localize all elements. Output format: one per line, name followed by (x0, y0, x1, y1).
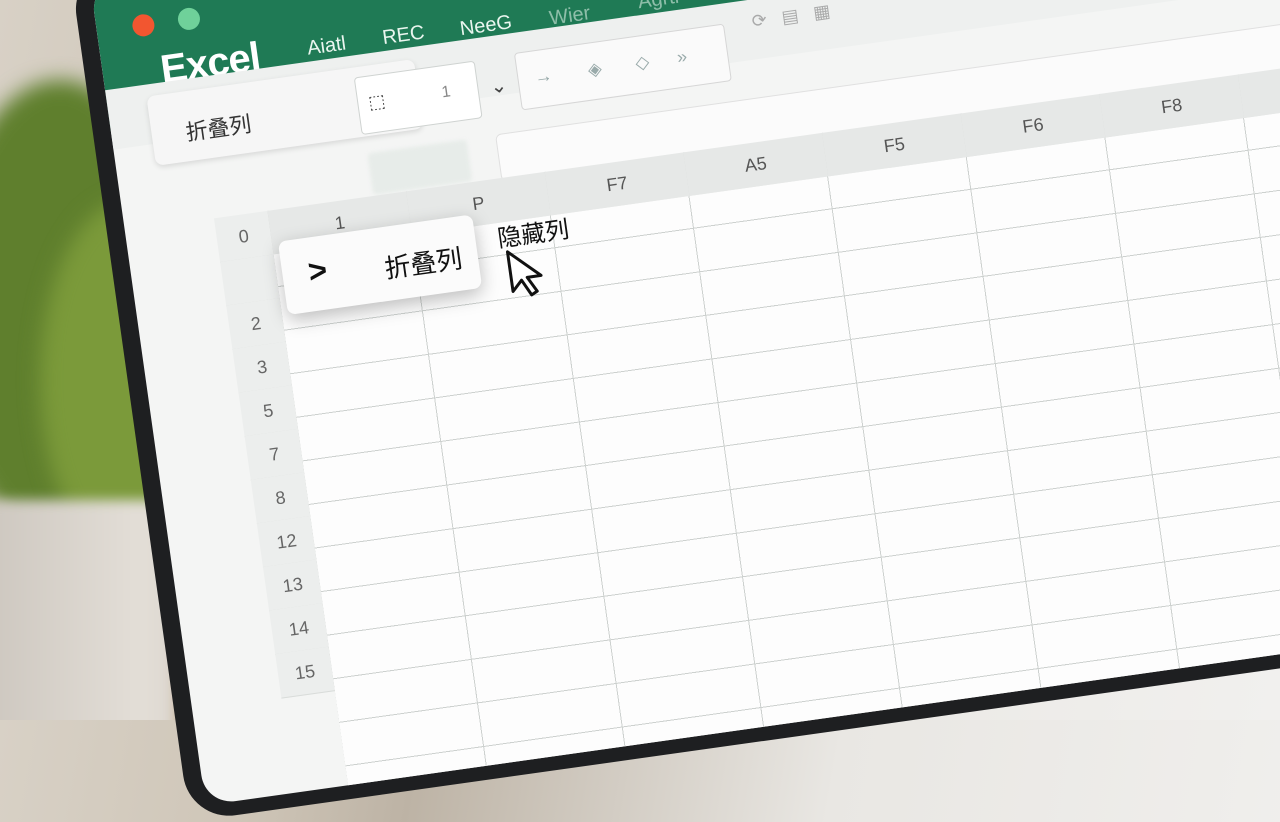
name-box-value: 1 (440, 83, 452, 102)
chevron-down-icon[interactable]: ⌄ (489, 72, 509, 99)
double-chevron-icon[interactable]: » (676, 46, 689, 68)
cell-icon: ⬚ (366, 90, 387, 113)
minimize-window-icon[interactable] (176, 6, 202, 32)
screen: Excel Aiatl REC NeeG Wier Agrti 折叠列 < ⬚ … (90, 0, 1280, 806)
clip-icon[interactable]: ◈ (587, 58, 604, 81)
mouse-cursor-icon (505, 250, 543, 297)
chevron-right-icon[interactable]: > (306, 251, 330, 290)
collapse-column-label: 折叠列 (184, 111, 253, 146)
row-header[interactable]: 15 (275, 646, 336, 699)
pin-icon[interactable]: ◇ (634, 51, 651, 74)
collapse-column-option[interactable]: 折叠列 (382, 238, 464, 285)
close-window-icon[interactable] (130, 12, 156, 38)
arrow-icon[interactable]: → (533, 65, 554, 88)
